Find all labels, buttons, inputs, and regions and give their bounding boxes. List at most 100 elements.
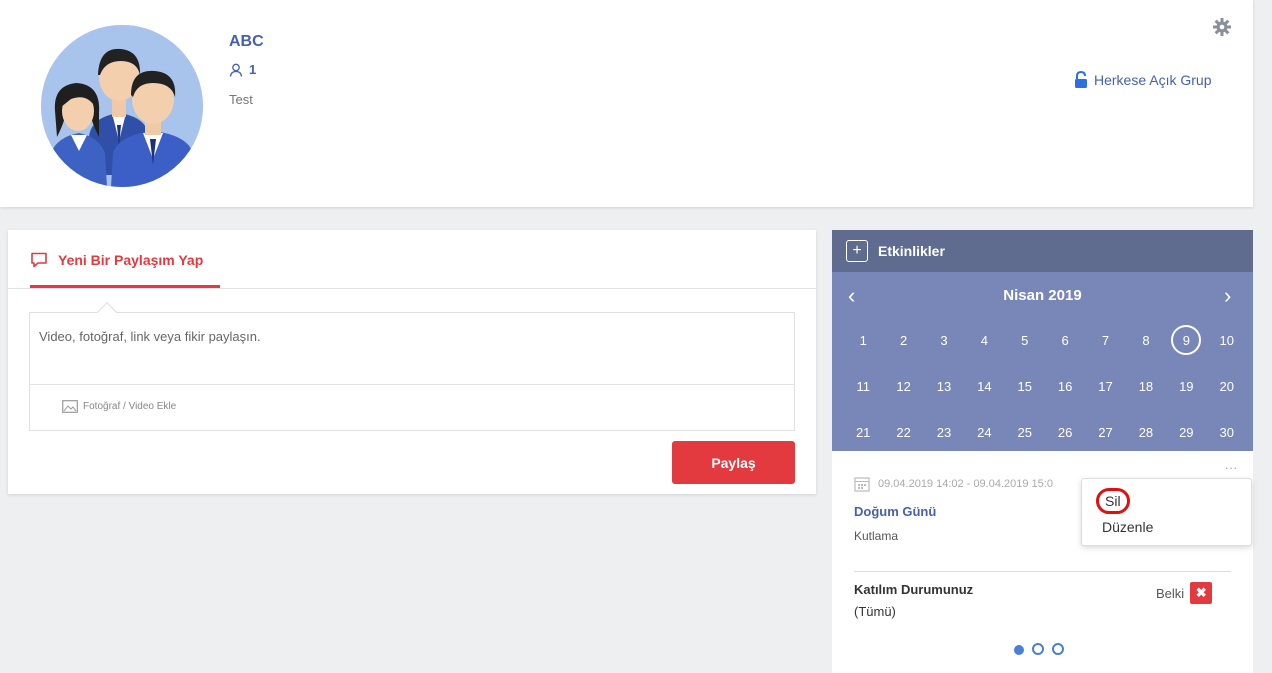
delete-menu-item[interactable]: Sil bbox=[1096, 488, 1130, 514]
calendar-day[interactable]: 10 bbox=[1207, 324, 1247, 356]
calendar-day-label: 6 bbox=[1061, 332, 1069, 348]
calendar-day[interactable]: 15 bbox=[1005, 370, 1045, 402]
calendar-day[interactable]: 11 bbox=[843, 370, 883, 402]
calendar-day[interactable]: 30 bbox=[1207, 416, 1247, 448]
carousel-dot[interactable] bbox=[1052, 643, 1064, 655]
calendar-day-label: 15 bbox=[1017, 378, 1032, 394]
calendar-day[interactable]: 2 bbox=[883, 324, 923, 356]
calendar-day[interactable]: 8 bbox=[1126, 324, 1166, 356]
close-icon[interactable]: ✖ bbox=[1190, 582, 1213, 604]
calendar-day[interactable]: 26 bbox=[1045, 416, 1085, 448]
calendar-day[interactable]: 23 bbox=[924, 416, 964, 448]
calendar-day-label: 30 bbox=[1219, 424, 1234, 440]
calendar-day[interactable]: 12 bbox=[883, 370, 923, 402]
image-icon bbox=[62, 400, 78, 413]
chevron-right-icon[interactable]: › bbox=[1224, 283, 1231, 309]
calendar-day[interactable]: 4 bbox=[964, 324, 1004, 356]
add-media-label: Fotoğraf / Video Ekle bbox=[83, 401, 177, 412]
new-post-card: Yeni Bir Paylaşım Yap Video, fotoğraf, l… bbox=[8, 230, 816, 494]
calendar-day-label: 1 bbox=[859, 332, 867, 348]
calendar-day[interactable]: 5 bbox=[1005, 324, 1045, 356]
calendar-day-label: 8 bbox=[1142, 332, 1150, 348]
add-media-button[interactable]: Fotoğraf / Video Ekle bbox=[62, 400, 176, 413]
calendar-day[interactable]: 21 bbox=[843, 416, 883, 448]
post-composer[interactable]: Video, fotoğraf, link veya fikir paylaşı… bbox=[29, 312, 795, 431]
calendar-grid: 1 2 3 4 5 6 7 8 9 10 11 12 13 14 15 16 17 18 19 20 21 22 23 24 2… bbox=[843, 324, 1247, 448]
calendar-day-label: 5 bbox=[1021, 332, 1029, 348]
calendar-day[interactable]: 18 bbox=[1126, 370, 1166, 402]
group-name[interactable]: ABC bbox=[229, 33, 264, 51]
calendar-day[interactable]: 17 bbox=[1085, 370, 1125, 402]
add-event-icon[interactable]: + bbox=[846, 240, 868, 262]
calendar-day[interactable]: 25 bbox=[1005, 416, 1045, 448]
calendar-day[interactable]: 29 bbox=[1166, 416, 1206, 448]
calendar-day-label: 10 bbox=[1219, 332, 1234, 348]
calendar-day[interactable]: 27 bbox=[1085, 416, 1125, 448]
calendar-month: Nisan 2019 bbox=[1003, 287, 1082, 304]
participation-label: Katılım Durumunuz bbox=[854, 582, 974, 597]
calendar-day-label: 19 bbox=[1179, 378, 1194, 394]
calendar-day[interactable]: 20 bbox=[1207, 370, 1247, 402]
calendar-day[interactable]: 9 bbox=[1166, 324, 1206, 356]
calendar-day-label: 11 bbox=[856, 378, 870, 394]
calendar-day-label: 18 bbox=[1138, 378, 1154, 394]
privacy-text: Herkese Açık Grup bbox=[1094, 72, 1212, 88]
more-options-icon[interactable]: ... bbox=[1225, 458, 1238, 472]
calendar-day[interactable]: 1 bbox=[843, 324, 883, 356]
participation-status-text: Belki bbox=[1156, 585, 1185, 601]
calendar-day[interactable]: 7 bbox=[1085, 324, 1125, 356]
event-title[interactable]: Doğum Günü bbox=[854, 504, 936, 519]
context-menu: Sil Düzenle bbox=[1081, 478, 1252, 546]
participation-filter: (Tümü) bbox=[854, 604, 896, 619]
person-icon bbox=[229, 63, 243, 77]
calendar-day-label: 12 bbox=[896, 378, 911, 394]
carousel-dot[interactable] bbox=[1014, 645, 1024, 655]
privacy-label: Herkese Açık Grup bbox=[1074, 71, 1212, 89]
calendar-day-label: 13 bbox=[936, 378, 952, 394]
calendar-day[interactable]: 24 bbox=[964, 416, 1004, 448]
calendar-day[interactable]: 22 bbox=[883, 416, 923, 448]
unlock-icon bbox=[1075, 71, 1087, 88]
calendar-day[interactable]: 28 bbox=[1126, 416, 1166, 448]
member-count[interactable]: 1 bbox=[229, 62, 256, 77]
calendar-day-label: 25 bbox=[1017, 424, 1032, 440]
post-input[interactable]: Video, fotoğraf, link veya fikir paylaşı… bbox=[39, 329, 261, 344]
comment-icon bbox=[31, 252, 47, 268]
calendar-day-label: 28 bbox=[1138, 424, 1154, 440]
divider bbox=[854, 571, 1231, 572]
group-header: ABC 1 Test Herkese Açık Grup bbox=[0, 0, 1253, 207]
calendar-day-label: 9 bbox=[1171, 325, 1202, 355]
divider bbox=[30, 384, 794, 385]
gear-icon[interactable] bbox=[1212, 17, 1232, 37]
calendar-day[interactable]: 3 bbox=[924, 324, 964, 356]
calendar-day-label: 4 bbox=[980, 332, 988, 348]
event-time: 09.04.2019 14:02 - 09.04.2019 15:0 bbox=[854, 476, 1053, 492]
carousel-dot[interactable] bbox=[1032, 643, 1044, 655]
tab-new-post-label: Yeni Bir Paylaşım Yap bbox=[58, 252, 204, 268]
share-button[interactable]: Paylaş bbox=[672, 441, 795, 484]
calendar-day-label: 20 bbox=[1219, 378, 1234, 394]
tab-new-post[interactable]: Yeni Bir Paylaşım Yap bbox=[30, 252, 203, 268]
participation-status: Belki ✖ bbox=[1156, 582, 1213, 604]
calendar-day[interactable]: 16 bbox=[1045, 370, 1085, 402]
carousel-dots bbox=[1014, 643, 1064, 655]
calendar-day-label: 23 bbox=[936, 424, 952, 440]
calendar-day-label: 22 bbox=[896, 424, 911, 440]
divider bbox=[8, 288, 816, 289]
calendar-day-label: 14 bbox=[977, 378, 992, 394]
calendar-day-label: 26 bbox=[1057, 424, 1073, 440]
events-title: Etkinlikler bbox=[878, 243, 945, 259]
calendar-day[interactable]: 13 bbox=[924, 370, 964, 402]
event-description: Kutlama bbox=[854, 529, 899, 543]
calendar-day-label: 17 bbox=[1098, 378, 1113, 394]
calendar-day-label: 24 bbox=[977, 424, 992, 440]
calendar-day-label: 29 bbox=[1179, 424, 1194, 440]
edit-menu-item[interactable]: Düzenle bbox=[1102, 519, 1153, 535]
calendar-day[interactable]: 14 bbox=[964, 370, 1004, 402]
calendar-icon bbox=[854, 477, 870, 492]
events-panel: + Etkinlikler ‹ Nisan 2019 › 1 2 3 4 5 6 7 8 9 10… bbox=[832, 230, 1253, 673]
calendar: ‹ Nisan 2019 › 1 2 3 4 5 6 7 8 9 10 11 12 13 14 15 16 17… bbox=[832, 272, 1253, 451]
calendar-day[interactable]: 19 bbox=[1166, 370, 1206, 402]
calendar-day-label: 7 bbox=[1101, 332, 1110, 348]
calendar-day[interactable]: 6 bbox=[1045, 324, 1085, 356]
